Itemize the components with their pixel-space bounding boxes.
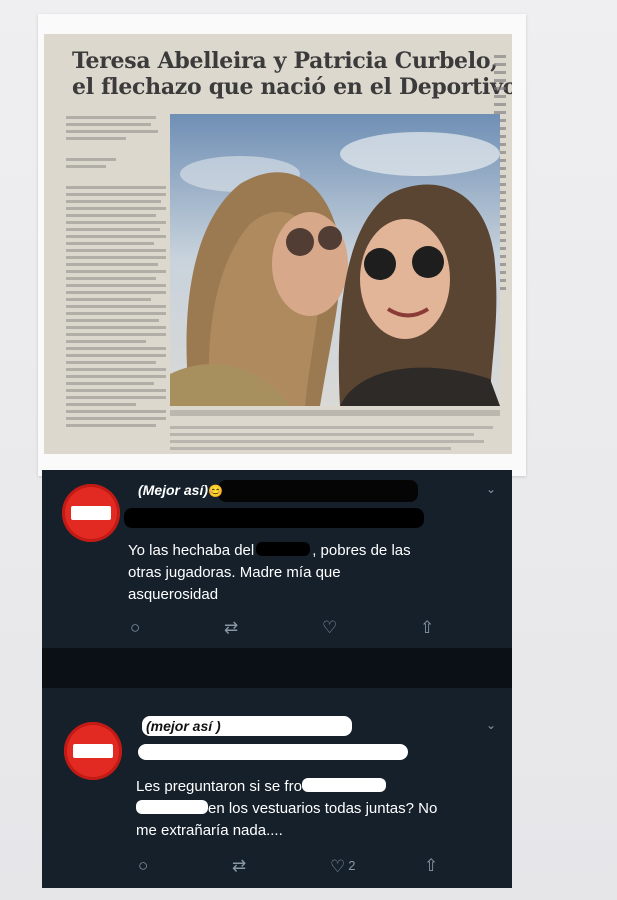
tweet-2-text-line-1: Les preguntaron si se fro <box>136 778 302 795</box>
reply-icon[interactable]: ○ <box>138 856 148 876</box>
chevron-down-icon[interactable]: ⌄ <box>486 482 496 496</box>
no-entry-icon <box>73 744 113 758</box>
tweet-2-actions: ○ ⇄ ♡ 2 ⇧ <box>42 856 512 880</box>
share-icon[interactable]: ⇧ <box>424 856 438 876</box>
text-redaction <box>136 800 208 814</box>
newspaper-clipping: Teresa Abelleira y Patricia Curbelo, el … <box>44 34 512 454</box>
retweet-icon[interactable]: ⇄ <box>232 856 246 876</box>
tweet-2-username[interactable]: (mejor así ) <box>146 718 221 734</box>
like-button[interactable]: ♡ 2 <box>330 856 355 877</box>
tweet-2-text-line-3: me extrañaría nada.... <box>136 822 283 839</box>
tweet-1-actions: ○ ⇄ ♡ ⇧ <box>42 618 512 642</box>
tweet-1-text: Yo las hechaba del , pobres de las otras … <box>128 540 498 606</box>
tweet-1[interactable]: (Mejor así)😊 ⌄ Yo las hechaba del , pobre… <box>42 470 512 648</box>
tweet-1-avatar[interactable] <box>62 484 120 542</box>
tweet-2-text-line-2: en los vestuarios todas juntas? No <box>208 800 438 817</box>
tweet-2-display-name: (mejor así ) <box>146 718 221 734</box>
text-redaction <box>256 542 311 556</box>
username-redaction <box>218 480 418 502</box>
newspaper-headline: Teresa Abelleira y Patricia Curbelo, el … <box>72 48 512 100</box>
tweet-1-text-line-2: otras jugadoras. Madre mía que <box>128 564 341 581</box>
text-redaction <box>301 778 386 792</box>
newspaper-lower-text <box>170 422 500 452</box>
photo-caption <box>170 410 500 416</box>
tweet-1-text-part-2: , pobres de las <box>312 542 411 559</box>
tweet-2[interactable]: (mejor así ) ⌄ Les preguntaron si se fro… <box>42 688 512 888</box>
handle-redaction <box>138 744 408 760</box>
like-icon: ♡ <box>330 857 346 876</box>
headline-line-2: el flechazo que nació en el Deportivo <box>72 74 512 100</box>
tweet-1-text-part-1: Yo las hechaba del <box>128 542 255 559</box>
share-icon[interactable]: ⇧ <box>420 618 434 638</box>
tweet-2-text: Les preguntaron si se fro en los vestuar… <box>136 776 506 842</box>
headline-line-1: Teresa Abelleira y Patricia Curbelo, <box>72 48 498 74</box>
tweet-1-display-name: (Mejor así) <box>138 482 209 498</box>
chevron-down-icon[interactable]: ⌄ <box>486 718 496 732</box>
reply-icon[interactable]: ○ <box>130 618 140 638</box>
tweet-2-avatar[interactable] <box>64 722 122 780</box>
tweet-divider <box>42 648 512 688</box>
retweet-icon[interactable]: ⇄ <box>224 618 238 638</box>
handle-redaction <box>124 508 424 528</box>
photo-illustration <box>170 114 500 406</box>
no-entry-icon <box>71 506 111 520</box>
like-count: 2 <box>348 858 356 873</box>
like-icon[interactable]: ♡ <box>322 618 337 638</box>
tweet-1-username[interactable]: (Mejor así)😊 <box>138 482 223 498</box>
newspaper-photo <box>170 114 500 406</box>
smiling-face-emoji: 😊 <box>208 484 223 498</box>
tweet-1-text-line-3: asquerosidad <box>128 586 219 603</box>
newspaper-text-column <box>66 112 166 442</box>
